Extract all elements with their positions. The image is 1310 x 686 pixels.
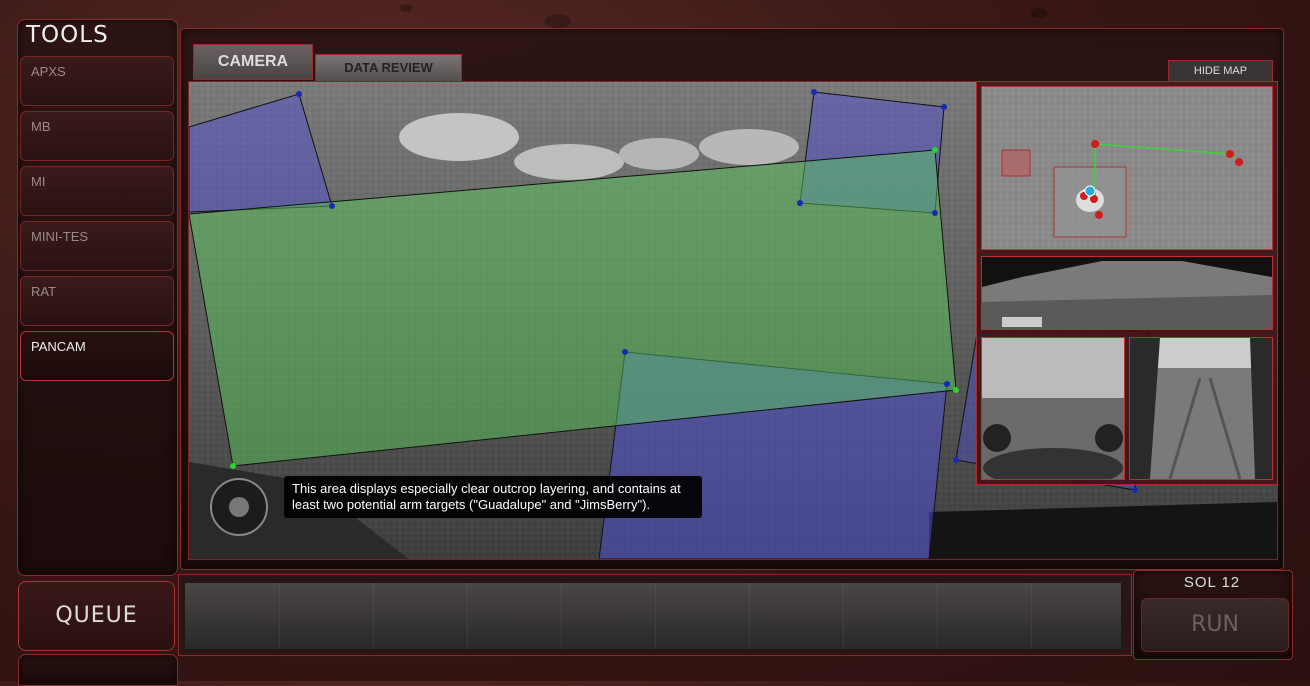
queue-slots[interactable] <box>184 582 1122 650</box>
waypoint-marker <box>1235 158 1243 166</box>
queue-extra-panel <box>18 654 178 686</box>
waypoint-marker <box>1095 211 1103 219</box>
rover-position-icon <box>1084 185 1096 197</box>
queue-slot-divider <box>561 583 562 649</box>
queue-slot-divider <box>373 583 374 649</box>
tool-mb-button[interactable]: MB <box>20 111 174 161</box>
target-tooltip: This area displays especially clear outc… <box>284 476 702 518</box>
queue-slot-divider <box>655 583 656 649</box>
map-target-marker <box>1001 149 1031 177</box>
queue-slot-divider <box>843 583 844 649</box>
terrain-crater <box>545 14 571 28</box>
queue-slot-divider <box>937 583 938 649</box>
terrain-crater <box>400 4 412 12</box>
tab-data-review[interactable]: DATA REVIEW <box>315 54 462 82</box>
tab-camera[interactable]: CAMERA <box>193 44 313 80</box>
queue-slot-divider <box>467 583 468 649</box>
tool-label: MINI-TES <box>31 229 89 244</box>
tool-rat-button[interactable]: RAT <box>20 276 174 326</box>
terrain-crater <box>1030 8 1048 18</box>
waypoint-marker <box>1226 150 1234 158</box>
tool-label: PANCAM <box>31 339 86 354</box>
tool-mini-tes-button[interactable]: MINI-TES <box>20 221 174 271</box>
run-button[interactable]: RUN <box>1141 598 1289 652</box>
tool-mi-button[interactable]: MI <box>20 166 174 216</box>
queue-slot-divider <box>1031 583 1032 649</box>
tool-label: APXS <box>31 64 66 79</box>
tool-label: RAT <box>31 284 57 299</box>
waypoint-marker <box>1091 140 1099 148</box>
tools-panel: TOOLS APXS MB MI MINI-TES RAT PANCAM <box>17 19 178 576</box>
queue-slot-divider <box>279 583 280 649</box>
queue-button[interactable]: QUEUE <box>18 581 175 651</box>
sol-counter: SOL 12 <box>1183 574 1241 591</box>
map-panel <box>976 81 1278 485</box>
tool-label: MB <box>31 119 51 134</box>
traverse-map[interactable] <box>981 86 1273 250</box>
tool-label: MI <box>31 174 46 189</box>
panorama-thumbnail[interactable] <box>981 256 1273 330</box>
front-hazcam-thumbnail[interactable] <box>981 337 1125 480</box>
tool-apxs-button[interactable]: APXS <box>20 56 174 106</box>
queue-slot-divider <box>749 583 750 649</box>
hide-map-button[interactable]: HIDE MAP <box>1168 60 1273 82</box>
rear-hazcam-thumbnail[interactable] <box>1129 337 1273 480</box>
tools-title: TOOLS <box>26 22 109 48</box>
tool-pancam-button[interactable]: PANCAM <box>20 331 174 381</box>
